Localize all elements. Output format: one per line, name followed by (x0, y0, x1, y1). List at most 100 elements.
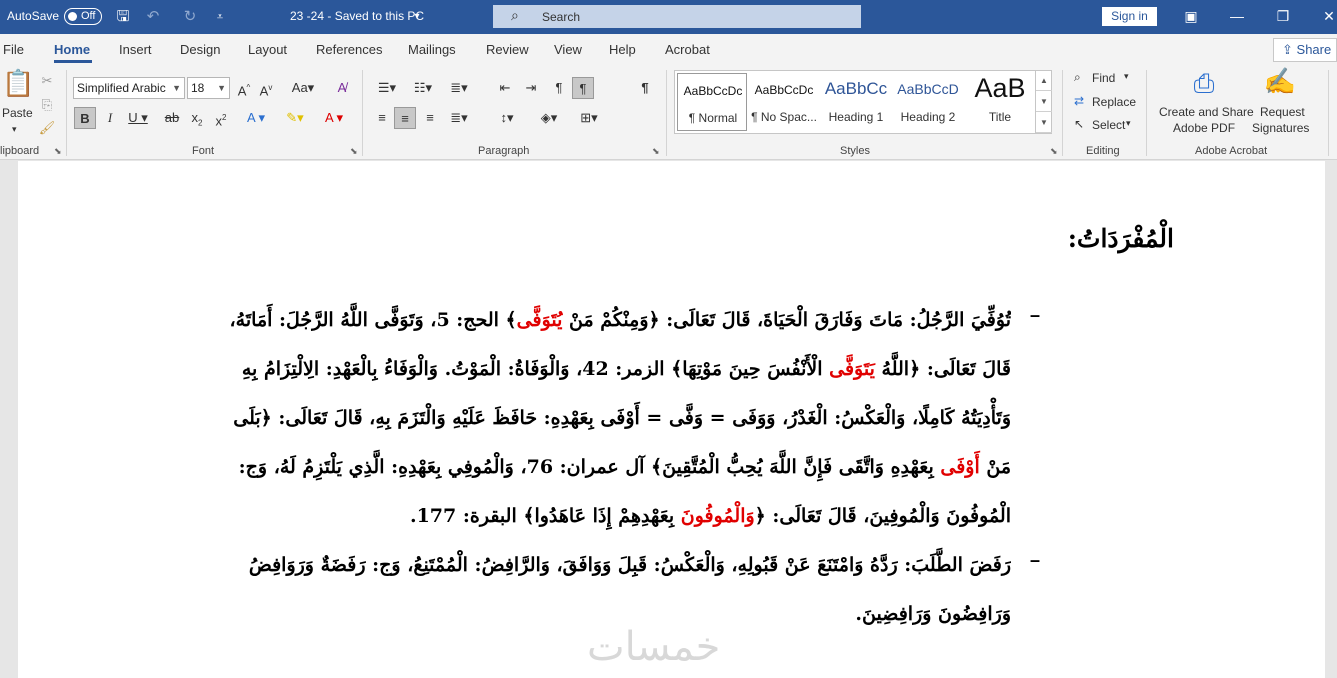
bullets-icon[interactable]: ☰▾ (372, 77, 402, 99)
multilevel-list-icon[interactable]: ≣▾ (444, 77, 474, 99)
line-spacing-icon[interactable]: ↕▾ (492, 107, 522, 129)
request-label[interactable]: Request (1260, 105, 1305, 119)
style-heading-2[interactable]: AaBbCcD Heading 2 (893, 73, 963, 131)
toggle-knob (68, 12, 77, 21)
tab-acrobat[interactable]: Acrobat (665, 42, 710, 57)
tab-references[interactable]: References (316, 42, 382, 57)
replace-icon[interactable]: ⇄ (1074, 94, 1084, 108)
bold-button[interactable]: B (74, 107, 96, 129)
signatures-label[interactable]: Signatures (1252, 121, 1309, 135)
tab-view[interactable]: View (554, 42, 582, 57)
bullet-dash: – (1030, 305, 1041, 325)
paste-label[interactable]: Paste (2, 106, 33, 120)
style-normal[interactable]: AaBbCcDc ¶ Normal (677, 73, 747, 131)
tab-help[interactable]: Help (609, 42, 636, 57)
tab-design[interactable]: Design (180, 42, 220, 57)
search-placeholder: Search (542, 10, 581, 24)
clipboard-launcher-icon[interactable]: ⬊ (54, 146, 62, 157)
superscript-button[interactable]: x2 (212, 107, 230, 129)
text-effects-icon[interactable]: A ▾ (240, 107, 272, 129)
sign-in-button[interactable]: Sign in (1102, 7, 1157, 26)
separator (1146, 70, 1147, 156)
borders-icon[interactable]: ⊞▾ (574, 107, 604, 129)
subscript-button[interactable]: x2 (188, 107, 206, 129)
cut-icon[interactable]: ✂ (36, 70, 58, 92)
share-button[interactable]: ⇪ Share (1273, 38, 1337, 62)
minimize-icon[interactable]: — (1226, 6, 1248, 26)
search-box[interactable]: ⌕ Search (493, 5, 861, 28)
align-center-icon[interactable]: ≡ (394, 107, 416, 129)
font-color-icon[interactable]: A ▾ (318, 107, 350, 129)
style-name: ¶ Normal (688, 111, 738, 125)
tab-mailings[interactable]: Mailings (408, 42, 456, 57)
autosave-toggle[interactable]: Off (64, 8, 102, 25)
customize-toolbar-icon[interactable]: ⩡ (210, 7, 230, 27)
request-signatures-icon[interactable]: ✍ (1262, 68, 1298, 104)
para1-line-4: مَنْ أَوْفَى بِعَهْدِهِ وَاتَّقَى فَإِنَ… (238, 456, 1011, 478)
numbering-icon[interactable]: ☷▾ (408, 77, 438, 99)
adobe-pdf-label[interactable]: Adobe PDF (1173, 121, 1235, 135)
copy-icon[interactable]: ⎘ (36, 94, 58, 116)
styles-down-icon[interactable]: ▼ (1036, 91, 1052, 112)
find-button[interactable]: Find (1092, 71, 1115, 85)
select-icon[interactable]: ↖ (1074, 117, 1084, 131)
align-left-icon[interactable]: ≡ (372, 107, 392, 129)
chevron-down-icon: ▼ (172, 83, 181, 93)
style-sample: AaBbCcDc (683, 84, 743, 98)
increase-indent-icon[interactable]: ⇥ (520, 77, 542, 99)
styles-up-icon[interactable]: ▲ (1036, 70, 1052, 91)
font-size-select[interactable]: 18 ▼ (187, 77, 230, 99)
tab-review[interactable]: Review (486, 42, 529, 57)
format-painter-icon[interactable]: 🖌 (36, 117, 58, 139)
strikethrough-button[interactable]: ab (162, 107, 182, 129)
find-dropdown-icon[interactable]: ▾ (1124, 71, 1129, 82)
style-heading-1[interactable]: AaBbCc Heading 1 (821, 73, 891, 131)
create-pdf-icon[interactable]: ⎙ (1186, 70, 1222, 106)
rtl-direction-icon[interactable]: ¶ (572, 77, 594, 99)
active-tab-indicator (54, 60, 92, 63)
styles-more-icon[interactable]: ▼ (1036, 112, 1052, 133)
underline-button[interactable]: U ▾ (124, 107, 152, 129)
ribbon-display-options-icon[interactable]: ▣ (1180, 6, 1202, 26)
undo-icon[interactable]: ↶ (143, 7, 163, 27)
style-no-spacing[interactable]: AaBbCcDc ¶ No Spac... (749, 73, 819, 131)
redo-icon[interactable]: ↻ (180, 7, 200, 27)
decrease-indent-icon[interactable]: ⇤ (494, 77, 516, 99)
change-case-icon[interactable]: Aa▾ (288, 77, 318, 99)
italic-button[interactable]: I (100, 107, 120, 129)
grow-font-icon[interactable]: A^ (234, 77, 254, 99)
paragraph-launcher-icon[interactable]: ⬊ (652, 146, 660, 157)
select-dropdown-icon[interactable]: ▾ (1126, 118, 1131, 129)
style-sample: AaBbCcD (897, 81, 959, 97)
title-dropdown-icon[interactable]: ▾ (407, 7, 427, 27)
tab-file[interactable]: File (3, 42, 24, 57)
styles-launcher-icon[interactable]: ⬊ (1050, 146, 1058, 157)
show-formatting-icon[interactable]: ¶ (634, 77, 656, 99)
highlight-color-icon[interactable]: ✎▾ (278, 107, 312, 129)
tab-insert[interactable]: Insert (119, 42, 152, 57)
acrobat-group-label: Adobe Acrobat (1195, 145, 1268, 157)
restore-icon[interactable]: ❐ (1272, 6, 1294, 26)
share-icon: ⇪ (1282, 42, 1293, 57)
create-share-label[interactable]: Create and Share (1159, 105, 1254, 119)
font-name-select[interactable]: Simplified Arabic ▼ (73, 77, 185, 99)
separator (1328, 70, 1329, 156)
paste-dropdown-icon[interactable]: ▾ (12, 124, 17, 135)
select-button[interactable]: Select (1092, 118, 1125, 132)
tab-layout[interactable]: Layout (248, 42, 287, 57)
find-icon[interactable]: ⌕ (1074, 70, 1081, 85)
clear-formatting-icon[interactable]: A̸ (332, 77, 352, 99)
replace-button[interactable]: Replace (1092, 95, 1136, 109)
font-launcher-icon[interactable]: ⬊ (350, 146, 358, 157)
align-right-icon[interactable]: ≡ (420, 107, 440, 129)
paste-icon[interactable]: 📋 (2, 70, 34, 104)
shading-icon[interactable]: ◈▾ (534, 107, 564, 129)
styles-scroll: ▲ ▼ ▼ (1035, 70, 1052, 134)
justify-icon[interactable]: ≣▾ (444, 107, 474, 129)
tab-home[interactable]: Home (54, 42, 90, 57)
style-title[interactable]: AaB Title (965, 73, 1035, 131)
close-icon[interactable]: ✕ (1318, 6, 1337, 26)
ltr-direction-icon[interactable]: ¶ (548, 77, 570, 99)
save-icon[interactable]: 🖫 (113, 7, 133, 27)
shrink-font-icon[interactable]: Av (256, 77, 276, 99)
